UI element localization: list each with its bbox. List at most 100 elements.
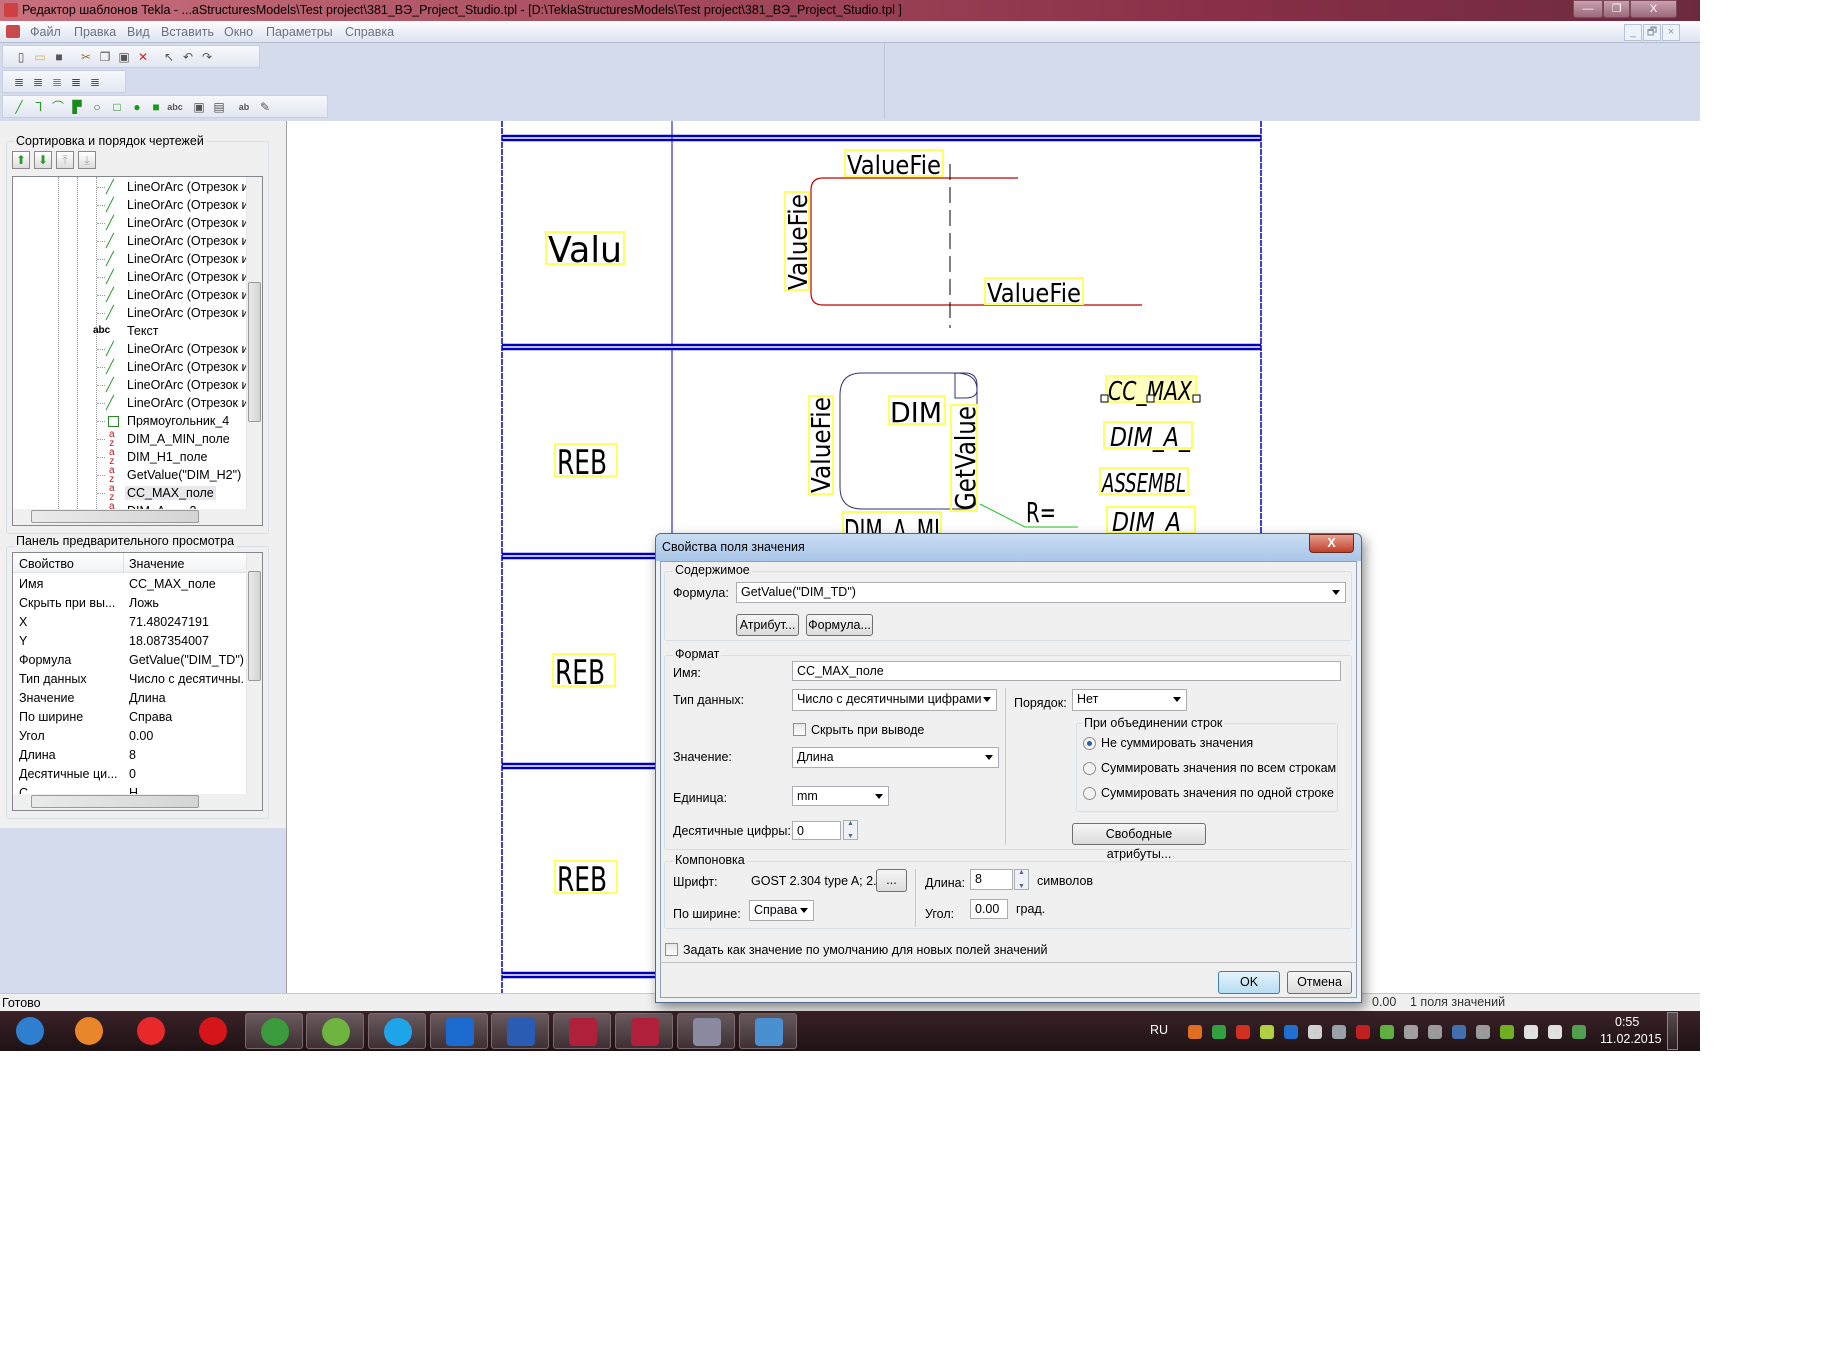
action-center-icon[interactable] xyxy=(1308,1025,1322,1039)
unit-combobox[interactable]: mm xyxy=(792,786,889,806)
template-editor-icon[interactable] xyxy=(677,1013,735,1049)
undo-icon[interactable]: ↶ xyxy=(180,49,196,65)
menu-view[interactable]: Вид xyxy=(127,25,150,39)
ok-button[interactable]: OK xyxy=(1218,971,1280,994)
tekla-icon[interactable] xyxy=(615,1013,673,1049)
nvidia-icon[interactable] xyxy=(1500,1025,1514,1039)
justify-combobox[interactable]: Справа xyxy=(749,900,814,921)
length-input[interactable]: 8 xyxy=(970,869,1013,890)
filled-rectangle-icon[interactable]: ■ xyxy=(148,99,164,115)
merge-option-radio[interactable] xyxy=(1083,762,1096,775)
row1-left-text[interactable]: Valu xyxy=(548,230,622,271)
properties-hscroll-thumb[interactable] xyxy=(31,795,199,808)
value-field-icon[interactable]: ab xyxy=(236,99,252,115)
row2-left-text[interactable]: REB xyxy=(557,443,607,483)
length-spinner[interactable] xyxy=(1014,869,1029,890)
property-row[interactable]: Имя CC_MAX_поле xyxy=(13,575,246,594)
paint-icon[interactable] xyxy=(739,1013,797,1049)
kaspersky-icon[interactable] xyxy=(1356,1025,1370,1039)
row4-left-text[interactable]: REB xyxy=(557,860,607,900)
property-row[interactable]: Десятичные ци... 0 xyxy=(13,765,246,784)
align-5-icon[interactable]: ≣ xyxy=(87,74,103,90)
property-row[interactable]: Тип данных Число с десятичны... xyxy=(13,670,246,689)
angle-input[interactable]: 0.00 xyxy=(970,899,1008,919)
polygon-icon[interactable]: ▛ xyxy=(69,99,85,115)
tree-item[interactable]: ╱ LineOrArc (Отрезок или xyxy=(13,269,262,287)
row2-dim-text[interactable]: DIM xyxy=(890,396,942,429)
tree-item[interactable]: Прямоугольник_4 xyxy=(13,413,253,431)
align-2-icon[interactable]: ≣ xyxy=(30,74,46,90)
align-1-icon[interactable]: ≣ xyxy=(11,74,27,90)
teamviewer-tray-icon[interactable] xyxy=(1284,1025,1298,1039)
align-3-icon[interactable]: ≣ xyxy=(49,74,65,90)
properties-horizontal-scrollbar[interactable] xyxy=(13,794,262,810)
row1-vertical-text[interactable]: ValueFie xyxy=(784,194,814,290)
property-row[interactable]: X 71.480247191 xyxy=(13,613,246,632)
language-indicator[interactable]: RU xyxy=(1150,1023,1168,1037)
menu-edit[interactable]: Правка xyxy=(74,25,116,39)
order-combobox[interactable]: Нет xyxy=(1072,689,1187,711)
new-icon[interactable]: ▯ xyxy=(13,49,29,65)
move-up-icon[interactable]: ⬆ xyxy=(12,151,30,169)
show-desktop-button[interactable] xyxy=(1667,1012,1678,1050)
name-input[interactable]: CC_MAX_поле xyxy=(792,661,1341,681)
row2-vertical-left-text[interactable]: ValueFie xyxy=(807,397,837,493)
formula-button[interactable]: Формула... xyxy=(806,614,873,636)
symbol-icon[interactable]: ▣ xyxy=(191,99,207,115)
tree-item[interactable]: ╱ LineOrArc (Отрезок или xyxy=(13,305,262,323)
dialog-close-button[interactable]: X xyxy=(1309,534,1354,553)
line-icon[interactable]: ╱ xyxy=(11,99,27,115)
filled-circle-icon[interactable]: ● xyxy=(129,99,145,115)
tree-scroll-thumb[interactable] xyxy=(248,282,261,422)
property-row[interactable]: Значение Длина xyxy=(13,689,246,708)
vk-icon[interactable] xyxy=(1452,1025,1466,1039)
move-top-icon[interactable]: ⤒ xyxy=(56,151,74,169)
media-player-icon[interactable] xyxy=(60,1013,118,1049)
column-property[interactable]: Свойство xyxy=(19,557,74,571)
lime-icon[interactable] xyxy=(1260,1025,1274,1039)
network-icon[interactable] xyxy=(1548,1025,1562,1039)
open-icon[interactable]: ▭ xyxy=(32,49,48,65)
picture-icon[interactable]: ▤ xyxy=(211,99,227,115)
arc-icon[interactable]: ⌒ xyxy=(50,99,66,115)
decimals-spinner[interactable] xyxy=(843,820,858,840)
property-row[interactable]: Скрыть при вы... Ложь xyxy=(13,594,246,613)
word-icon[interactable] xyxy=(491,1013,549,1049)
tree-item[interactable]: ╱ LineOrArc (Отрезок или xyxy=(13,359,262,377)
tekla-help-icon[interactable] xyxy=(553,1013,611,1049)
tree-item[interactable]: a z DIM_A_MIN_поле xyxy=(13,430,253,449)
clock-date[interactable]: 11.02.2015 xyxy=(1600,1032,1662,1046)
menu-options[interactable]: Параметры xyxy=(266,25,333,39)
tree-item[interactable]: a z CC_MAX_поле xyxy=(13,484,253,503)
tree-item[interactable]: ╱ LineOrArc (Отрезок или xyxy=(13,395,262,413)
move-down-icon[interactable]: ⬇ xyxy=(34,151,52,169)
tree-item[interactable]: ╱ LineOrArc (Отрезок или xyxy=(13,179,262,197)
property-row[interactable]: Длина 8 xyxy=(13,746,246,765)
paste-icon[interactable]: ▣ xyxy=(116,49,132,65)
hide-on-output-checkbox[interactable] xyxy=(793,723,806,736)
tree-item[interactable]: ╱ LineOrArc (Отрезок или xyxy=(13,377,262,395)
tray-app-icon[interactable] xyxy=(1236,1025,1250,1039)
text-icon[interactable]: abc xyxy=(167,99,183,115)
row3-left-text[interactable]: REB xyxy=(555,653,605,693)
yandex-browser-icon[interactable] xyxy=(122,1013,180,1049)
drawing-order-tree[interactable]: ╱ LineOrArc (Отрезок или ╱ LineOrArc (Отрез… xyxy=(12,176,263,526)
tree-item[interactable]: ╱ LineOrArc (Отрезок или xyxy=(13,215,262,233)
tree-hscroll-thumb[interactable] xyxy=(31,510,199,523)
tree-item[interactable]: a z GetValue("DIM_H2") xyxy=(13,466,253,485)
clock-time[interactable]: 0:55 xyxy=(1615,1015,1639,1029)
menu-file[interactable]: Файл xyxy=(30,25,61,39)
set-default-checkbox[interactable] xyxy=(665,943,678,956)
restore-button[interactable]: ❐ xyxy=(1603,0,1630,18)
check-icon[interactable] xyxy=(1212,1025,1226,1039)
usb-icon[interactable] xyxy=(1572,1025,1586,1039)
font-picker-button[interactable]: ... xyxy=(876,869,907,892)
mdi-close-button[interactable]: × xyxy=(1662,24,1680,41)
row2-assembl-text[interactable]: ASSEMBL xyxy=(1101,469,1186,499)
utorrent-icon[interactable] xyxy=(306,1013,364,1049)
select-icon[interactable]: ↖ xyxy=(161,49,177,65)
teamviewer-icon[interactable] xyxy=(430,1013,488,1049)
utorrent-tray-icon[interactable] xyxy=(1380,1025,1394,1039)
properties-scroll-thumb[interactable] xyxy=(248,571,261,681)
row2-dim-a1-text[interactable]: DIM_A_ xyxy=(1110,423,1191,453)
